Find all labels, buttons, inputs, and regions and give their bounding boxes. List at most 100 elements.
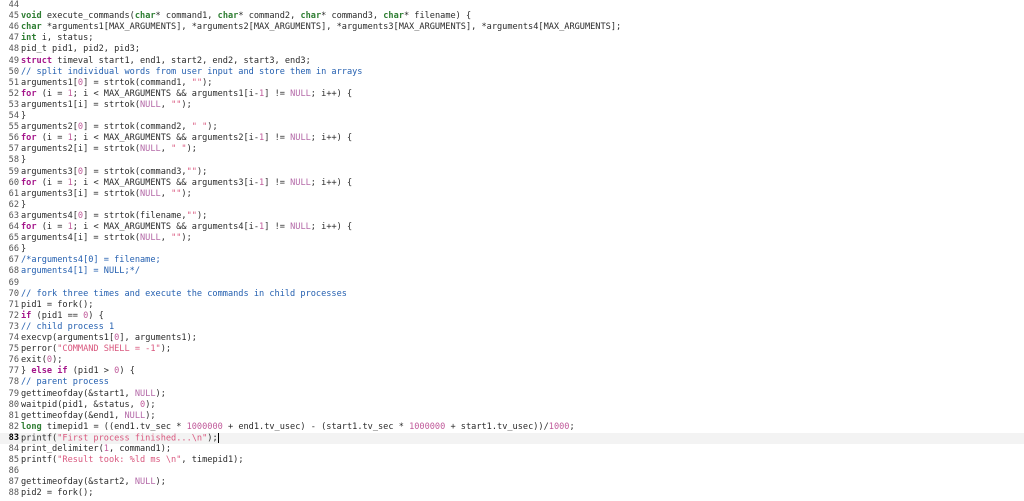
code-token: , [160, 188, 172, 199]
code-text[interactable]: char *arguments1[MAX_ARGUMENTS], *argume… [19, 22, 621, 33]
line-number: 54 [8, 111, 19, 121]
code-line[interactable]: 74 execvp(arguments1[0], arguments1); [0, 333, 1024, 344]
code-line[interactable]: 52 for (i = 1; i < MAX_ARGUMENTS && argum… [0, 89, 1024, 100]
code-line[interactable]: 68 arguments4[1] = NULL;*/ [0, 266, 1024, 277]
code-line[interactable]: 69 [0, 278, 1024, 289]
code-text[interactable]: if (pid1 == 0) { [19, 311, 104, 322]
code-line[interactable]: 56 for (i = 1; i < MAX_ARGUMENTS && argum… [0, 133, 1024, 144]
code-text[interactable]: } else if (pid1 > 0) { [19, 366, 135, 377]
code-line[interactable]: 46 char *arguments1[MAX_ARGUMENTS], *argu… [0, 22, 1024, 33]
code-line[interactable]: 61 arguments3[i] = strtok(NULL, ""); [0, 189, 1024, 200]
code-text[interactable]: arguments3[0] = strtok(command3,""); [19, 167, 207, 178]
code-line[interactable]: 64 for (i = 1; i < MAX_ARGUMENTS && argum… [0, 222, 1024, 233]
line-number: 59 [8, 166, 19, 177]
code-text[interactable]: execvp(arguments1[0], arguments1); [19, 333, 197, 344]
code-line[interactable]: 47 int i, status; [0, 33, 1024, 44]
code-line[interactable]: 65 arguments4[i] = strtok(NULL, ""); [0, 233, 1024, 244]
code-line[interactable]: 71 pid1 = fork(); [0, 300, 1024, 311]
code-line[interactable]: 85 printf("Result took: %ld ms \n", timep… [0, 455, 1024, 466]
code-token: } [21, 155, 27, 166]
code-line[interactable]: 67/*arguments4[0] = filename; [0, 255, 1024, 266]
code-line[interactable]: 76 exit(0); [0, 355, 1024, 366]
code-line[interactable]: 73// child process 1 [0, 322, 1024, 333]
code-text[interactable]: print_delimiter(1, command1); [19, 444, 171, 455]
code-text[interactable]: arguments1[0] = strtok(command1, ""); [19, 78, 212, 89]
code-line[interactable]: 80 waitpid(pid1, &status, 0); [0, 400, 1024, 411]
code-text[interactable]: arguments4[i] = strtok(NULL, ""); [19, 233, 192, 244]
code-line[interactable]: 49 struct timeval start1, end1, start2, e… [0, 56, 1024, 67]
code-text[interactable]: int i, status; [19, 33, 93, 44]
code-line[interactable]: 81 gettimeofday(&end1, NULL); [0, 411, 1024, 422]
code-line[interactable]: 82 long timepid1 = ((end1.tv_sec * 100000… [0, 422, 1024, 433]
code-line[interactable]: 66} [0, 244, 1024, 255]
code-line[interactable]: 51 arguments1[0] = strtok(command1, ""); [0, 78, 1024, 89]
code-text[interactable]: waitpid(pid1, &status, 0); [19, 400, 156, 411]
code-text[interactable]: gettimeofday(&start1, NULL); [19, 389, 166, 400]
code-text[interactable]: gettimeofday(&start2, NULL); [19, 477, 166, 488]
code-text[interactable]: // parent process [19, 377, 109, 388]
code-line[interactable]: 70// fork three times and execute the co… [0, 289, 1024, 300]
code-line[interactable]: 50// split individual words from user in… [0, 67, 1024, 78]
code-text[interactable]: struct timeval start1, end1, start2, end… [19, 56, 311, 67]
code-token: "COMMAND SHELL = -1" [57, 344, 161, 355]
code-line[interactable]: 78// parent process [0, 377, 1024, 388]
code-line[interactable]: 60 for (i = 1; i < MAX_ARGUMENTS && argum… [0, 178, 1024, 189]
code-text[interactable]: arguments2[0] = strtok(command2, " "); [19, 122, 218, 133]
code-text[interactable]: for (i = 1; i < MAX_ARGUMENTS && argumen… [19, 89, 352, 100]
code-text[interactable]: } [19, 155, 26, 166]
code-line[interactable]: 86 [0, 466, 1024, 477]
code-line[interactable]: 55 arguments2[0] = strtok(command2, " "); [0, 122, 1024, 133]
code-line[interactable]: 72 if (pid1 == 0) { [0, 311, 1024, 322]
code-text[interactable]: /*arguments4[0] = filename; [19, 255, 161, 266]
code-line[interactable]: 87 gettimeofday(&start2, NULL); [0, 477, 1024, 488]
code-line[interactable]: 45 void execute_commands(char* command1, … [0, 11, 1024, 22]
code-text[interactable]: // child process 1 [19, 322, 114, 333]
code-token: ); [181, 233, 192, 244]
code-text[interactable]: printf("Result took: %ld ms \n", timepid… [19, 455, 244, 466]
code-token: arguments4[i] = strtok( [21, 233, 140, 244]
code-line[interactable]: 59 arguments3[0] = strtok(command3,""); [0, 167, 1024, 178]
code-text[interactable]: perror("COMMAND SHELL = -1"); [19, 344, 171, 355]
code-text[interactable]: exit(0); [19, 355, 62, 366]
code-text[interactable]: arguments4[1] = NULL;*/ [19, 266, 140, 277]
code-text[interactable]: for (i = 1; i < MAX_ARGUMENTS && argumen… [19, 178, 352, 189]
code-text[interactable]: gettimeofday(&end1, NULL); [19, 411, 156, 422]
code-text[interactable]: arguments3[i] = strtok(NULL, ""); [19, 189, 192, 200]
code-text[interactable]: void execute_commands(char* command1, ch… [19, 11, 471, 22]
code-text[interactable]: arguments2[i] = strtok(NULL, " "); [19, 144, 197, 155]
code-text[interactable]: printf("First process finished...\n"); [19, 432, 219, 445]
code-line[interactable]: 88 pid2 = fork(); [0, 488, 1024, 499]
code-line[interactable]: 53 arguments1[i] = strtok(NULL, ""); [0, 100, 1024, 111]
code-text[interactable]: } [19, 244, 26, 255]
code-text[interactable]: pid2 = fork(); [19, 488, 93, 499]
code-text[interactable]: arguments1[i] = strtok(NULL, ""); [19, 100, 192, 111]
code-editor[interactable]: 44 45 void execute_commands(char* command1… [0, 0, 1024, 501]
code-text[interactable]: // split individual words from user inpu… [19, 67, 362, 78]
code-line[interactable]: 44 [0, 0, 1024, 11]
code-token: timepid1 = ((end1.tv_sec * [41, 421, 187, 432]
code-line[interactable]: 77} else if (pid1 > 0) { [0, 366, 1024, 377]
code-token: " " [191, 122, 208, 133]
code-text[interactable]: long timepid1 = ((end1.tv_sec * 1000000 … [19, 422, 575, 433]
code-text[interactable]: } [19, 111, 26, 122]
code-line[interactable]: 48 pid_t pid1, pid2, pid3; [0, 44, 1024, 55]
code-line[interactable]: 58} [0, 155, 1024, 166]
code-line[interactable]: 62} [0, 200, 1024, 211]
line-number: 77 [8, 366, 19, 377]
code-line[interactable]: 84 print_delimiter(1, command1); [0, 444, 1024, 455]
code-line[interactable]: 83 printf("First process finished...\n"); [0, 432, 1024, 445]
code-text[interactable]: arguments4[0] = strtok(filename,""); [19, 211, 207, 222]
code-text[interactable]: pid1 = fork(); [19, 300, 93, 311]
code-line[interactable]: 75 perror("COMMAND SHELL = -1"); [0, 344, 1024, 355]
code-text[interactable]: pid_t pid1, pid2, pid3; [19, 44, 140, 55]
code-line[interactable]: 79 gettimeofday(&start1, NULL); [0, 389, 1024, 400]
line-number: 84 [8, 444, 19, 454]
line-number: 44 [8, 0, 19, 10]
code-line[interactable]: 57 arguments2[i] = strtok(NULL, " "); [0, 144, 1024, 155]
code-text[interactable]: // fork three times and execute the comm… [19, 289, 347, 300]
code-text[interactable]: for (i = 1; i < MAX_ARGUMENTS && argumen… [19, 133, 352, 144]
code-line[interactable]: 54} [0, 111, 1024, 122]
code-text[interactable]: } [19, 200, 26, 211]
code-line[interactable]: 63 arguments4[0] = strtok(filename,""); [0, 211, 1024, 222]
code-text[interactable]: for (i = 1; i < MAX_ARGUMENTS && argumen… [19, 222, 352, 233]
